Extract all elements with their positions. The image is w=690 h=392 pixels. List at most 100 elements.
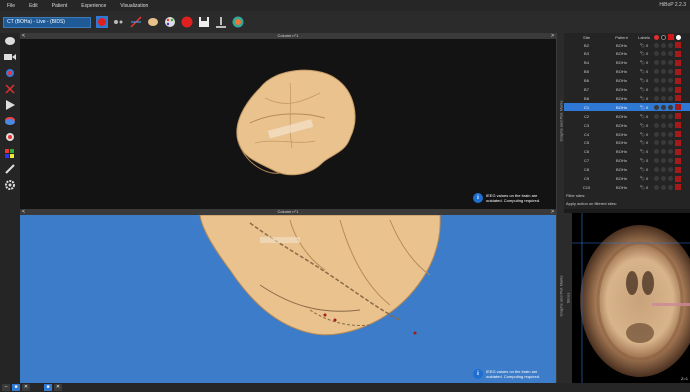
column-2-next-icon[interactable]: >	[551, 209, 554, 215]
site-mark-toggle[interactable]	[654, 167, 659, 173]
site-mode-button[interactable]	[112, 16, 125, 29]
site-highlight-toggle[interactable]	[668, 69, 673, 75]
settings-gear-icon[interactable]	[4, 180, 16, 190]
menu-edit[interactable]: Edit	[22, 3, 45, 9]
menu-visualization[interactable]: Visualization	[113, 3, 155, 9]
labels-column-header[interactable]: Labels	[634, 35, 654, 40]
play-icon[interactable]	[4, 100, 16, 110]
menu-patient[interactable]: Patient	[45, 3, 75, 9]
site-highlight-toggle[interactable]	[668, 131, 673, 137]
site-blacklist-toggle[interactable]	[661, 95, 666, 101]
site-row[interactable]: B6 BOHn 🏷 0	[564, 77, 690, 85]
site-blacklist-toggle[interactable]	[661, 176, 666, 181]
site-highlight-toggle[interactable]	[668, 51, 673, 57]
site-highlight-toggle[interactable]	[668, 78, 673, 84]
site-highlight-toggle[interactable]	[668, 60, 673, 66]
site-color-swatch[interactable]	[675, 95, 681, 102]
site-highlight-toggle[interactable]	[668, 176, 673, 181]
site-highlight-toggle[interactable]	[668, 149, 673, 155]
site-blacklist-toggle[interactable]	[661, 158, 666, 164]
site-mark-toggle[interactable]	[654, 131, 659, 137]
site-color-swatch[interactable]	[675, 122, 681, 129]
site-row[interactable]: B3 BOHn 🏷 0	[564, 50, 690, 58]
site-highlight-toggle[interactable]	[668, 42, 673, 48]
site-color-swatch[interactable]	[675, 148, 681, 155]
site-color-swatch[interactable]	[675, 68, 681, 75]
brain-button[interactable]	[146, 16, 159, 29]
site-labels[interactable]: 🏷 0	[634, 185, 654, 190]
site-row[interactable]: C8 BOHn 🏷 0	[564, 166, 690, 174]
site-row[interactable]: C4 BOHn 🏷 0	[564, 130, 690, 138]
white-marker-toggle[interactable]	[676, 34, 681, 40]
sites-side-tab[interactable]: Graphs and Plot Marks	[556, 33, 564, 209]
site-labels[interactable]: 🏷 0	[634, 60, 654, 65]
site-mark-toggle[interactable]	[654, 176, 659, 181]
site-blacklist-toggle[interactable]	[661, 149, 666, 155]
site-highlight-toggle[interactable]	[668, 184, 673, 190]
site-blacklist-toggle[interactable]	[661, 42, 666, 48]
site-color-swatch[interactable]	[675, 113, 681, 120]
cut-tool-button[interactable]	[129, 16, 142, 29]
atlas-icon[interactable]	[4, 148, 16, 158]
site-blacklist-toggle[interactable]	[661, 184, 666, 190]
site-highlight-toggle[interactable]	[668, 140, 673, 146]
site-blacklist-toggle[interactable]	[661, 122, 666, 128]
site-color-swatch[interactable]	[675, 139, 681, 146]
site-blacklist-toggle[interactable]	[661, 78, 666, 84]
menu-experience[interactable]: Experience	[74, 3, 113, 9]
site-blacklist-toggle[interactable]	[661, 69, 666, 75]
palette-button[interactable]	[163, 16, 176, 29]
site-row[interactable]: B8 BOHn 🏷 0	[564, 94, 690, 102]
globe-button[interactable]	[231, 16, 244, 29]
site-blacklist-toggle[interactable]	[661, 60, 666, 66]
site-mark-toggle[interactable]	[654, 69, 659, 75]
site-blacklist-toggle[interactable]	[661, 167, 666, 173]
site-color-swatch[interactable]	[675, 184, 681, 191]
cuts-side-tab[interactable]: Graphs and Plot Marks	[556, 209, 564, 383]
site-color-swatch[interactable]	[675, 157, 681, 164]
menu-file[interactable]: File	[0, 3, 22, 9]
site-labels[interactable]: 🏷 0	[634, 149, 654, 154]
visualization-selector[interactable]: CT (BOHa) - Live - (BIDS)	[3, 16, 91, 28]
close-panel-button[interactable]: ✕	[22, 384, 30, 391]
site-color-swatch[interactable]	[675, 42, 681, 48]
site-blacklist-toggle[interactable]	[661, 113, 666, 119]
brain-view-icon[interactable]	[4, 36, 16, 46]
site-labels[interactable]: 🏷 0	[634, 114, 654, 119]
site-row[interactable]: C5 BOHn 🏷 0	[564, 139, 690, 147]
site-labels[interactable]: 🏷 0	[634, 51, 654, 56]
site-mark-toggle[interactable]	[654, 113, 659, 119]
remove-icon[interactable]	[4, 84, 16, 94]
save-button[interactable]	[197, 16, 210, 29]
highlight-marker-toggle[interactable]	[668, 34, 674, 40]
camera-icon[interactable]	[4, 52, 16, 62]
site-row[interactable]: C6 BOHn 🏷 0	[564, 148, 690, 156]
site-labels[interactable]: 🏷 0	[634, 43, 654, 48]
site-labels[interactable]: 🏷 0	[634, 96, 654, 101]
layers-icon[interactable]	[4, 116, 16, 126]
site-mark-toggle[interactable]	[654, 51, 659, 57]
minimize-panel-button[interactable]: –	[2, 384, 10, 391]
cut-view-icon[interactable]	[4, 132, 16, 142]
brain-render-top[interactable]	[230, 63, 365, 183]
site-row[interactable]: B5 BOHn 🏷 0	[564, 68, 690, 76]
site-row[interactable]: B7 BOHn 🏷 0	[564, 86, 690, 94]
site-column-header[interactable]: Site	[564, 35, 609, 40]
site-highlight-toggle[interactable]	[668, 113, 673, 119]
site-labels[interactable]: 🏷 0	[634, 123, 654, 128]
mri-slice-view[interactable]: Z=1	[572, 213, 690, 383]
brush-icon[interactable]	[4, 164, 16, 174]
site-labels[interactable]: 🏷 0	[634, 69, 654, 74]
mri-side-tab[interactable]: Slices	[564, 213, 572, 383]
site-color-swatch[interactable]	[675, 166, 681, 173]
site-row[interactable]: C9 BOHn 🏷 0	[564, 175, 690, 183]
site-row[interactable]: C10 BOHn 🏷 0	[564, 183, 690, 191]
site-mark-toggle[interactable]	[654, 158, 659, 164]
column-2-viewport[interactable]: < Column n°1 > i IEEG values on the brai…	[20, 209, 556, 383]
patient-column-header[interactable]: Patient	[609, 35, 634, 40]
site-row[interactable]: C7 BOHn 🏷 0	[564, 157, 690, 165]
site-highlight-toggle[interactable]	[668, 158, 673, 164]
site-blacklist-toggle[interactable]	[661, 140, 666, 146]
site-blacklist-toggle[interactable]	[661, 104, 666, 110]
brain-render-bottom[interactable]	[190, 215, 450, 345]
